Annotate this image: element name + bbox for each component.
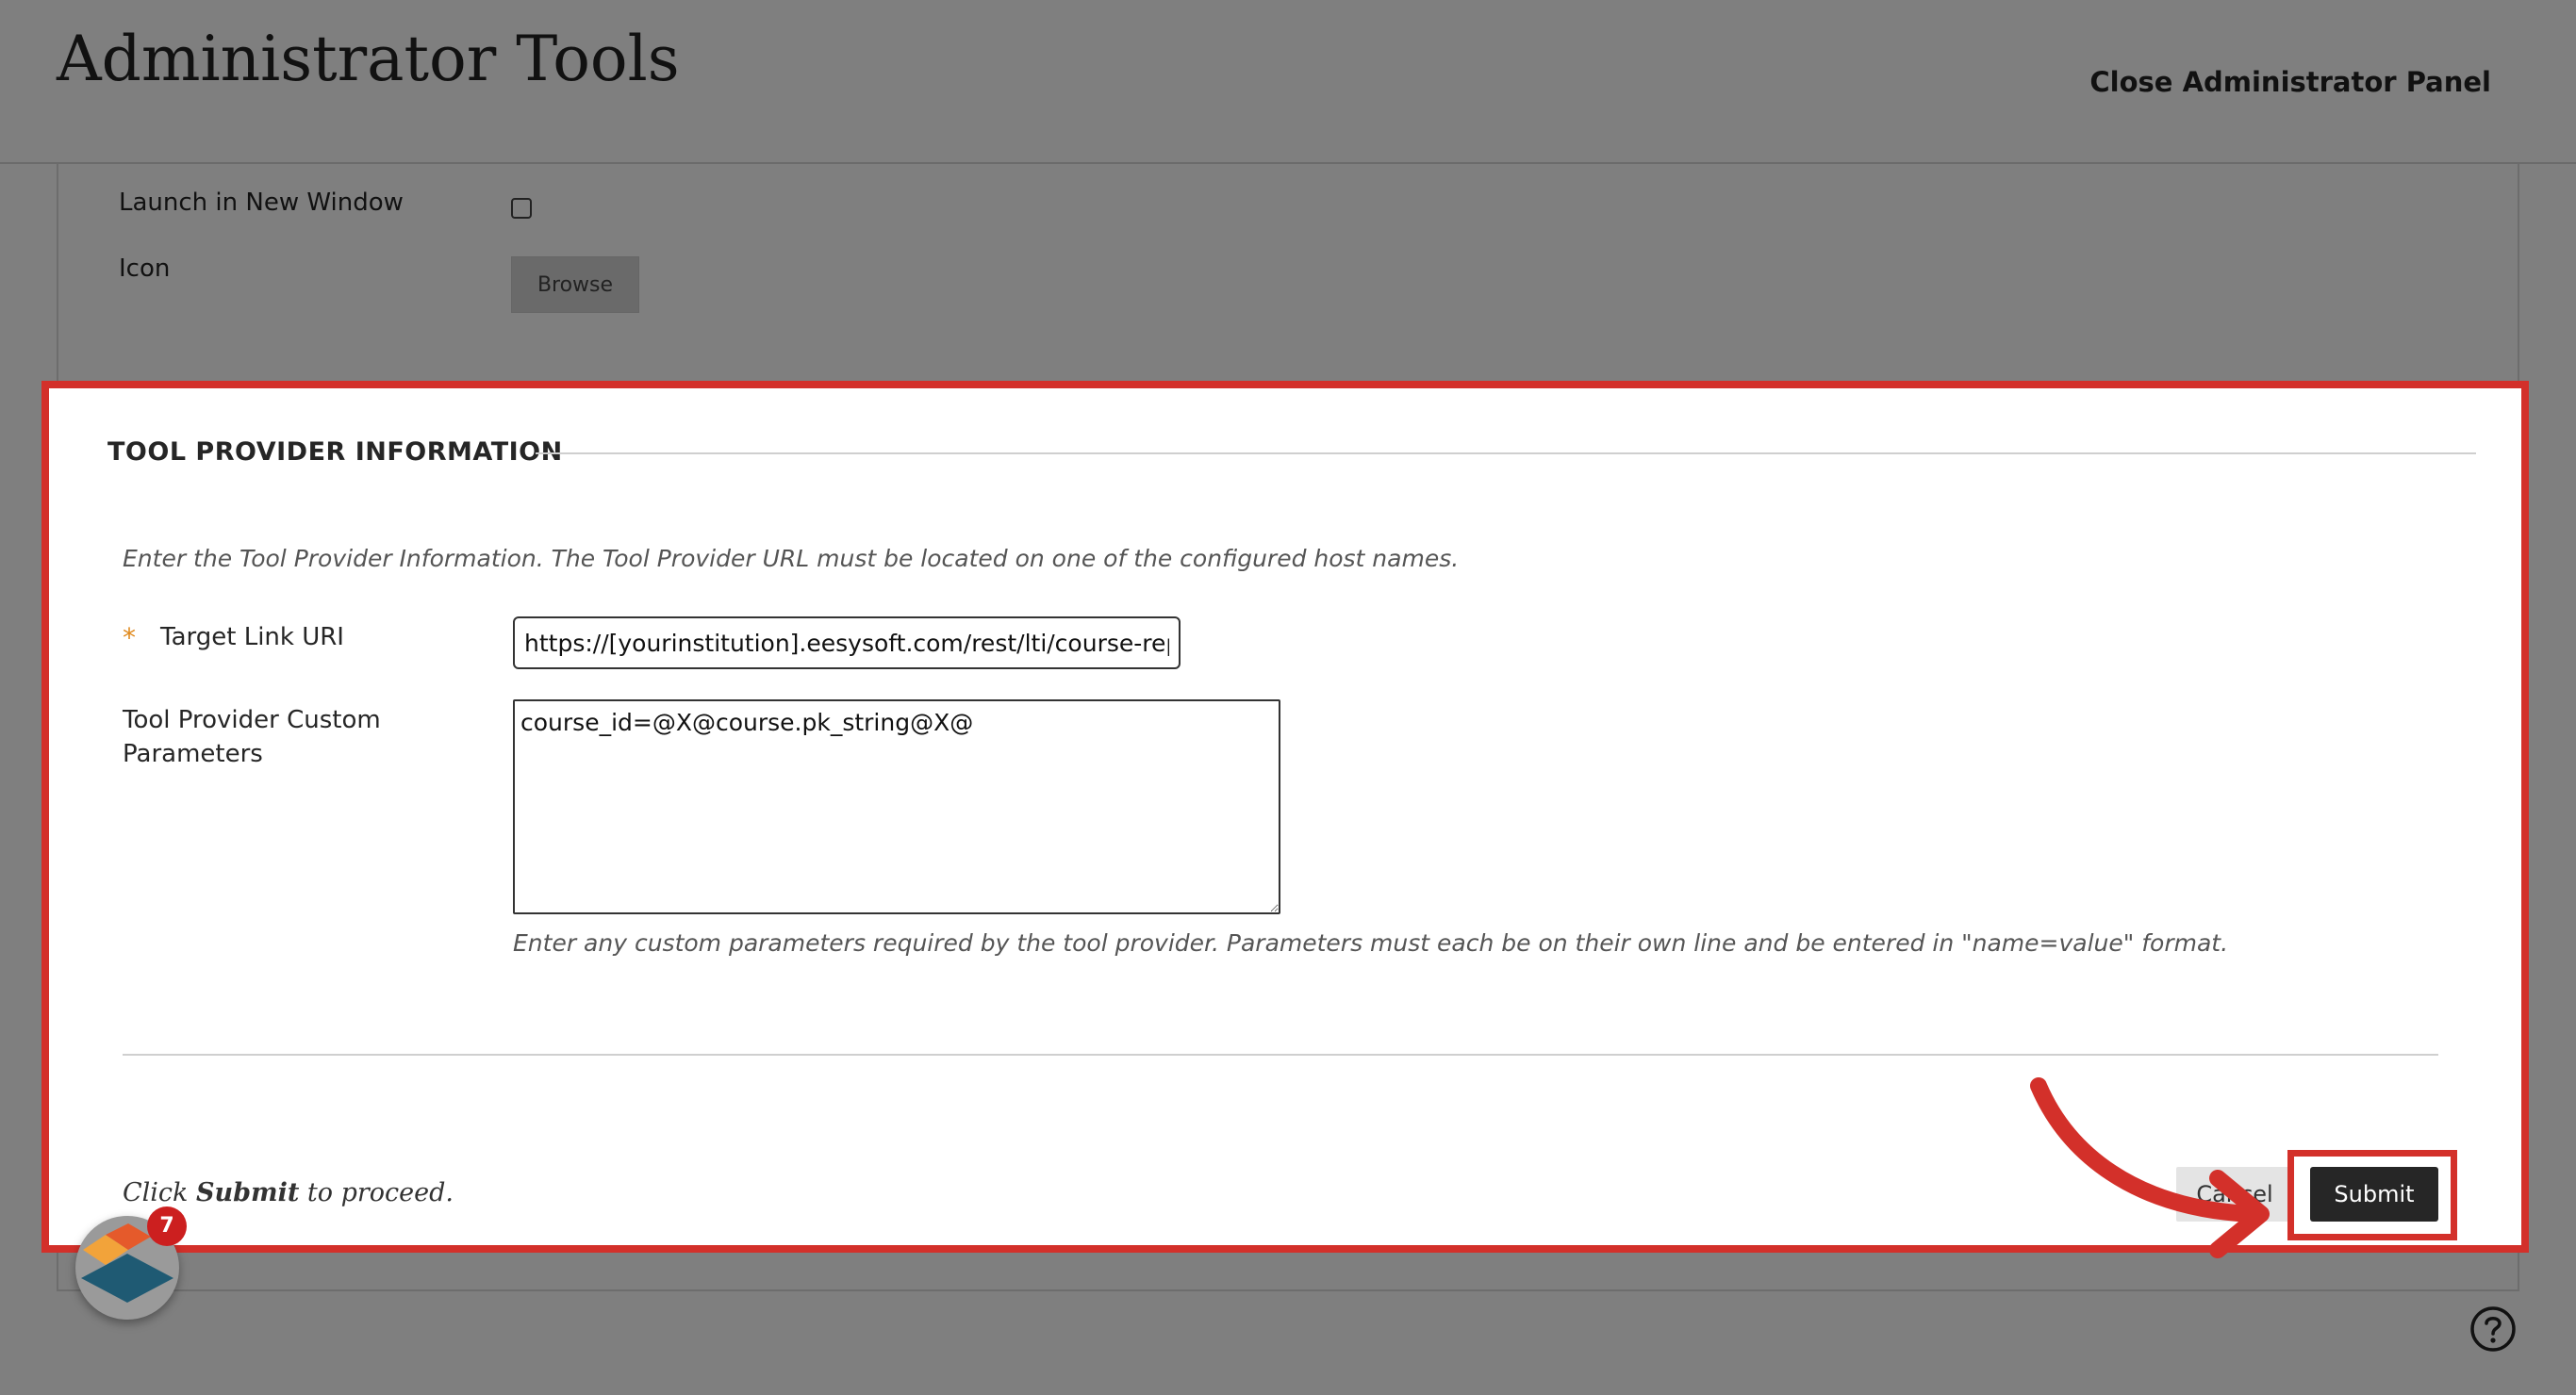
footer-divider	[123, 1054, 2438, 1056]
notification-badge: 7	[147, 1206, 187, 1246]
submit-button[interactable]: Submit	[2310, 1167, 2438, 1222]
launch-new-window-label: Launch in New Window	[119, 189, 404, 217]
custom-params-label: Tool Provider Custom Parameters	[123, 703, 381, 771]
custom-params-textarea[interactable]: course_id=@X@course.pk_string@X@	[513, 699, 1280, 914]
close-panel-link[interactable]: Close Administrator Panel	[2089, 66, 2491, 98]
custom-params-help: Enter any custom parameters required by …	[513, 929, 2229, 957]
target-link-input[interactable]	[513, 616, 1181, 669]
custom-params-label-line2: Parameters	[123, 740, 263, 768]
help-circle-icon[interactable]	[2469, 1305, 2518, 1354]
proceed-instruction: Click Submit to proceed.	[123, 1178, 454, 1207]
target-link-label: Target Link URI	[160, 623, 344, 651]
proceed-prefix: Click	[123, 1178, 196, 1207]
header: Administrator Tools Close Administrator …	[0, 0, 2576, 164]
page: Administrator Tools Close Administrator …	[0, 0, 2576, 1395]
required-marker: *	[123, 622, 136, 653]
section-divider	[536, 452, 2476, 454]
proceed-emphasis: Submit	[196, 1178, 300, 1207]
section-title: TOOL PROVIDER INFORMATION	[107, 437, 563, 467]
tool-provider-card: TOOL PROVIDER INFORMATION Enter the Tool…	[41, 381, 2529, 1258]
icon-label: Icon	[119, 254, 171, 283]
custom-params-label-line1: Tool Provider Custom	[123, 706, 381, 734]
cancel-button[interactable]: Cancel	[2176, 1167, 2293, 1222]
launch-new-window-checkbox[interactable]	[511, 198, 532, 219]
browse-button[interactable]: Browse	[511, 256, 639, 313]
annotation-arrow-icon	[2030, 1077, 2270, 1258]
section-instructions: Enter the Tool Provider Information. The…	[123, 545, 1460, 572]
page-title: Administrator Tools	[57, 23, 680, 95]
proceed-suffix: to proceed.	[299, 1178, 454, 1207]
eesysoft-widget[interactable]: 7	[75, 1206, 187, 1320]
